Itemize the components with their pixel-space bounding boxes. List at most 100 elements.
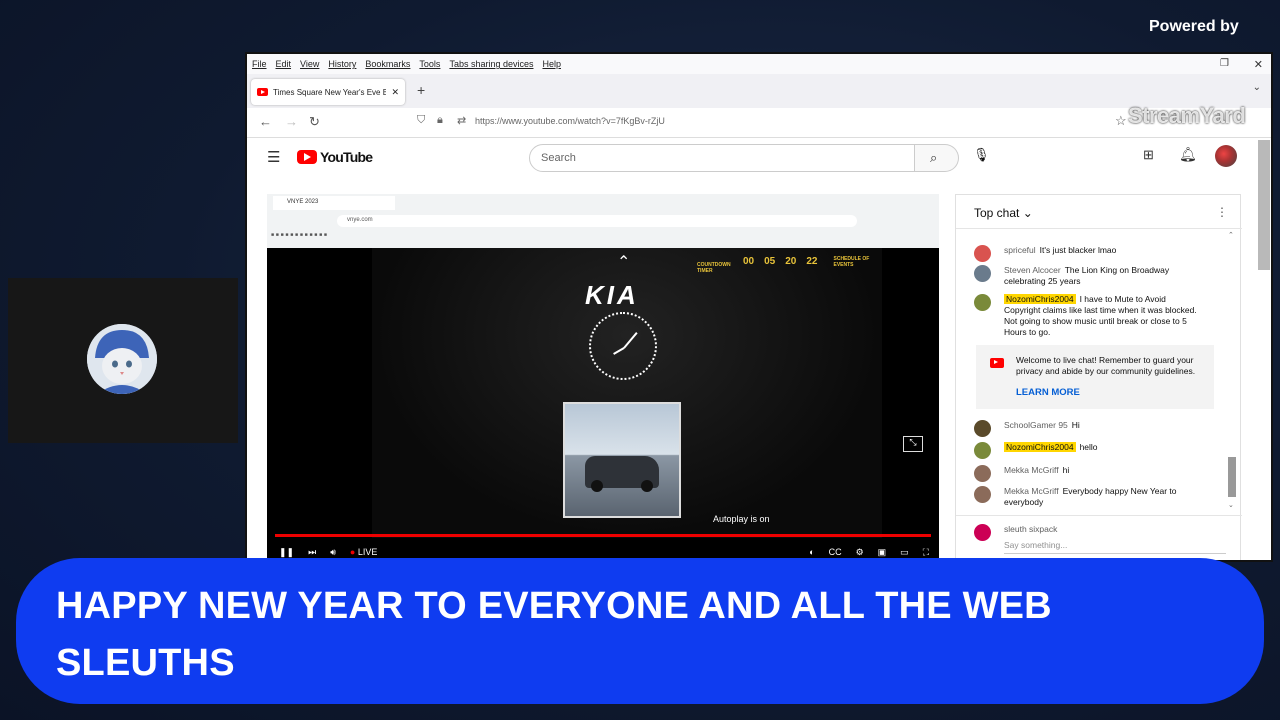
chat-author[interactable]: spriceful — [1004, 245, 1036, 255]
countdown-sec: 22 — [806, 256, 818, 267]
close-tab-icon[interactable]: ✕ — [391, 87, 399, 98]
search-button[interactable]: ⌕ — [915, 144, 959, 172]
live-chat-panel: Top chat ⌄ ⋮ spriceful It's just blacker … — [955, 194, 1242, 560]
scroll-up-icon[interactable]: ⌃ — [1228, 231, 1234, 239]
tab-youtube[interactable]: Times Square New Year's Eve B ✕ — [251, 79, 405, 105]
list-tabs-icon[interactable]: ⌄ — [1253, 82, 1261, 93]
live-label: LIVE — [357, 547, 378, 557]
bookmark-star-icon[interactable]: ☆ — [1115, 113, 1127, 129]
hamburger-menu-icon[interactable]: ☰ — [267, 148, 280, 166]
menu-tabs-sharing[interactable]: Tabs sharing devices — [449, 59, 533, 69]
chat-message: SchoolGamer 95 Hi — [974, 420, 1204, 437]
inner-bookmarks: ■ ■ ■ ■ ■ ■ ■ ■ ■ ■ ■ ■ — [271, 232, 328, 238]
reload-icon[interactable]: ↻ — [309, 114, 320, 130]
streamyard-watermark: StreamYard — [1128, 103, 1246, 128]
chat-text: hi — [1062, 465, 1070, 475]
shield-icon[interactable]: ⛉ — [417, 114, 425, 127]
autoplay-toggle-icon[interactable]: ◐ — [809, 547, 814, 557]
banner-text: HAPPY NEW YEAR TO EVERYONE AND ALL THE W… — [56, 585, 1052, 684]
account-avatar[interactable] — [1215, 145, 1237, 167]
pause-icon[interactable]: ❚❚ — [279, 547, 294, 558]
more-options-icon[interactable]: ⋮ — [1216, 205, 1228, 219]
youtube-play-icon — [297, 150, 317, 164]
chat-scrollbar[interactable]: ⌃ ⌄ — [1228, 231, 1236, 511]
chat-avatar — [974, 465, 991, 482]
chat-author-highlighted[interactable]: NozomiChris2004 — [1004, 442, 1076, 452]
clock-icon — [589, 312, 657, 380]
scroll-down-icon[interactable]: ⌄ — [1228, 501, 1234, 509]
inner-browser-chrome: VNYE 2023 vnye.com ■ ■ ■ ■ ■ ■ ■ ■ ■ ■ ■… — [267, 194, 939, 248]
url-bar[interactable]: https://www.youtube.com/watch?v=7fKgBv-r… — [475, 116, 665, 126]
chat-header: Top chat ⌄ ⋮ — [956, 195, 1242, 229]
menu-file[interactable]: File — [252, 59, 267, 69]
miniplayer-overlay-icon[interactable]: ⤡ — [903, 436, 923, 452]
menu-view[interactable]: View — [300, 59, 319, 69]
next-icon[interactable]: ⏭︎ — [308, 547, 316, 558]
new-tab-icon[interactable]: + — [417, 82, 425, 98]
menu-tools[interactable]: Tools — [419, 59, 440, 69]
countdown-timer: COUNTDOWN TIMER 00 05 20 22 SCHEDULE OF … — [697, 256, 874, 274]
fullscreen-icon[interactable]: ⛶ — [923, 547, 929, 558]
learn-more-link[interactable]: LEARN MORE — [1016, 387, 1204, 398]
chat-message: spriceful It's just blacker lmao — [974, 245, 1204, 262]
captions-icon[interactable]: CC — [829, 547, 842, 557]
create-video-icon[interactable]: ⊞ — [1143, 147, 1154, 163]
scroll-thumb[interactable] — [1228, 457, 1236, 497]
close-window-icon[interactable]: ✕ — [1254, 58, 1263, 71]
host-avatar — [87, 324, 157, 394]
lock-icon[interactable]: 🔒︎ — [437, 114, 443, 127]
notifications-bell-icon[interactable]: 🔔︎ — [1179, 146, 1197, 163]
chat-input[interactable]: Say something... — [1004, 540, 1226, 554]
settings-gear-icon[interactable]: ⚙︎ — [856, 547, 864, 558]
inner-url: vnye.com — [337, 215, 857, 227]
chat-author[interactable]: Mekka McGriff — [1004, 465, 1059, 475]
voice-search-icon[interactable]: 🎙︎ — [973, 147, 990, 163]
chat-text: It's just blacker lmao — [1039, 245, 1117, 255]
chat-message: Steven Alcocer The Lion King on Broadway … — [974, 265, 1204, 287]
live-badge[interactable]: ● LIVE — [350, 547, 377, 557]
back-icon[interactable]: ← — [259, 114, 272, 129]
permissions-icon[interactable]: ⇄ — [457, 114, 466, 127]
youtube-logo-text: YouTube — [320, 149, 373, 165]
countdown-days: 00 — [743, 256, 755, 267]
youtube-icon — [990, 358, 1004, 368]
miniplayer-icon[interactable]: ▣ — [878, 547, 887, 558]
menu-history[interactable]: History — [328, 59, 356, 69]
chat-input-area: sleuth sixpack Say something... — [956, 515, 1242, 560]
menu-bar: File Edit View History Bookmarks Tools T… — [247, 54, 1271, 74]
video-player[interactable]: VNYE 2023 vnye.com ■ ■ ■ ■ ■ ■ ■ ■ ■ ■ ■… — [267, 194, 939, 560]
theater-mode-icon[interactable]: ▭ — [900, 547, 909, 558]
restore-window-icon[interactable]: ❐ — [1220, 58, 1229, 69]
menu-edit[interactable]: Edit — [276, 59, 292, 69]
kia-logo: KIA — [585, 280, 639, 310]
chat-message: Mekka McGriff Everybody happy New Year to… — [974, 486, 1204, 508]
menu-bookmarks[interactable]: Bookmarks — [365, 59, 410, 69]
chat-text: Hi — [1071, 420, 1080, 430]
chat-author[interactable]: SchoolGamer 95 — [1004, 420, 1068, 430]
chevron-down-icon: ⌄ — [1022, 206, 1033, 220]
page-scrollbar[interactable] — [1258, 140, 1270, 270]
chat-author-highlighted[interactable]: NozomiChris2004 — [1004, 294, 1076, 304]
forward-icon[interactable]: → — [285, 114, 298, 129]
search-input[interactable]: Search — [529, 144, 915, 172]
chat-avatar — [974, 294, 991, 311]
schedule-label: SCHEDULE OF EVENTS — [833, 256, 870, 268]
youtube-favicon-icon — [257, 88, 268, 96]
progress-bar[interactable] — [275, 534, 931, 537]
chat-author[interactable]: Steven Alcocer — [1004, 265, 1061, 275]
top-chat-label: Top chat — [974, 206, 1020, 220]
chevron-up-icon: ⌃ — [617, 254, 631, 271]
youtube-logo[interactable]: YouTube — [297, 149, 373, 165]
own-avatar — [974, 524, 991, 541]
notice-text: Welcome to live chat! Remember to guard … — [1016, 355, 1196, 376]
chat-avatar — [974, 245, 991, 262]
top-chat-dropdown[interactable]: Top chat ⌄ — [974, 206, 1033, 220]
youtube-header: ☰ YouTube Search ⌕ 🎙︎ ⊞ 🔔︎ — [247, 138, 1257, 174]
tab-bar: Times Square New Year's Eve B ✕ + ⌄ — [247, 74, 1271, 108]
input-author-name: sleuth sixpack — [1004, 524, 1058, 534]
powered-by-label: Powered by — [1149, 18, 1239, 35]
menu-help[interactable]: Help — [542, 59, 561, 69]
tab-title: Times Square New Year's Eve B — [273, 87, 387, 97]
volume-icon[interactable]: 🔊︎ — [330, 547, 336, 558]
chat-author[interactable]: Mekka McGriff — [1004, 486, 1059, 496]
